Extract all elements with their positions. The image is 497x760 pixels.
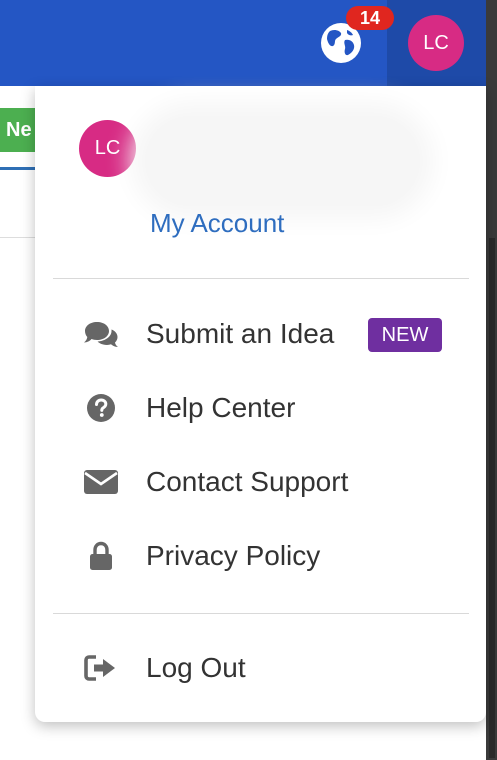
menu-item-label: Submit an Idea (146, 318, 335, 349)
menu-item-submit-idea[interactable]: Submit an Idea NEW (35, 304, 486, 364)
menu-item-log-out[interactable]: Log Out (35, 638, 486, 698)
menu-item-label: Log Out (146, 652, 246, 683)
active-tab-underline (0, 167, 36, 170)
menu-item-label: Contact Support (146, 466, 349, 497)
scrollbar-thumb[interactable] (489, 238, 495, 758)
window-scrollbar[interactable] (486, 0, 497, 760)
new-button[interactable]: Ne (0, 108, 36, 152)
menu-avatar: LC (79, 120, 136, 177)
page-divider (0, 237, 36, 238)
lock-icon (83, 541, 119, 571)
user-dropdown-menu: LC My Account Submit an Idea NEW Help Ce… (35, 86, 486, 722)
menu-divider (53, 278, 469, 279)
my-account-link[interactable]: My Account (150, 208, 284, 239)
user-avatar[interactable]: LC (408, 15, 464, 71)
menu-item-contact-support[interactable]: Contact Support (35, 452, 486, 512)
menu-divider (53, 613, 469, 614)
new-badge: NEW (368, 318, 442, 352)
menu-item-privacy-policy[interactable]: Privacy Policy (35, 526, 486, 586)
menu-item-label: Privacy Policy (146, 540, 321, 571)
comments-icon (83, 319, 119, 349)
menu-item-help-center[interactable]: Help Center (35, 378, 486, 438)
redacted-user-name (145, 116, 420, 206)
envelope-icon (83, 467, 119, 497)
notification-count-badge[interactable]: 14 (346, 6, 394, 30)
menu-item-label: Help Center (146, 392, 296, 423)
question-circle-icon (83, 393, 119, 423)
sign-out-icon (83, 653, 119, 683)
